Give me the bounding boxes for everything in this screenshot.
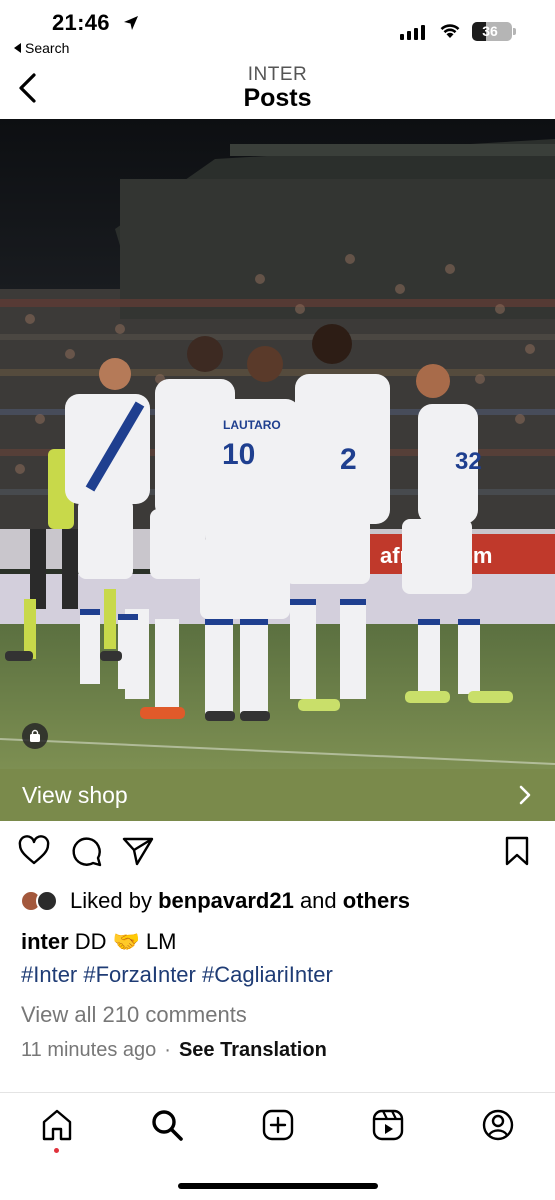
bookmark-icon[interactable] bbox=[500, 834, 534, 868]
liked-others[interactable]: others bbox=[343, 888, 410, 914]
heart-icon[interactable] bbox=[17, 834, 51, 868]
back-app-label: Search bbox=[25, 40, 70, 56]
caption-text-1: DD bbox=[74, 929, 107, 954]
view-comments-link[interactable]: View all 210 comments bbox=[21, 1002, 247, 1028]
home-indicator[interactable] bbox=[178, 1183, 378, 1189]
create-icon[interactable] bbox=[261, 1108, 295, 1142]
reels-icon[interactable] bbox=[371, 1108, 405, 1142]
view-shop-label: View shop bbox=[22, 781, 128, 808]
location-arrow-icon bbox=[124, 16, 138, 30]
jersey-number-2: 2 bbox=[340, 443, 357, 476]
jersey-name-lautaro: LAUTARO bbox=[223, 418, 281, 432]
back-to-search-link[interactable]: Search bbox=[14, 40, 69, 56]
see-translation-link[interactable]: See Translation bbox=[179, 1039, 327, 1062]
shopping-tag-icon[interactable] bbox=[22, 723, 48, 749]
caption-hashtags[interactable]: #Inter #ForzaInter #CagliariInter bbox=[21, 962, 333, 988]
cellular-signal-icon bbox=[400, 24, 425, 40]
post-photo[interactable]: afrom.com bbox=[0, 119, 555, 769]
account-name: INTER bbox=[247, 64, 308, 85]
profile-icon[interactable] bbox=[481, 1108, 515, 1142]
liked-and: and bbox=[299, 888, 337, 913]
home-icon[interactable] bbox=[40, 1108, 74, 1142]
meta-separator: · bbox=[164, 1039, 171, 1061]
wifi-icon bbox=[440, 24, 460, 38]
status-bar: 21:46 Search 36 bbox=[0, 0, 555, 62]
handshake-emoji: 🤝 bbox=[112, 929, 140, 954]
jersey-number-32: 32 bbox=[455, 448, 482, 475]
search-icon[interactable] bbox=[150, 1108, 184, 1142]
paper-plane-icon[interactable] bbox=[121, 834, 155, 868]
post-meta: 11 minutes ago · See Translation bbox=[21, 1039, 327, 1062]
caption-text-2: LM bbox=[145, 929, 177, 954]
football-celebration-image: afrom.com bbox=[0, 119, 555, 769]
battery-indicator: 36 bbox=[472, 22, 516, 41]
comment-bubble-icon[interactable] bbox=[69, 834, 103, 868]
liked-user[interactable]: benpavard21 bbox=[158, 888, 294, 914]
caption-username[interactable]: inter bbox=[21, 929, 69, 955]
jersey-number-10: 10 bbox=[222, 438, 255, 471]
liked-prefix: Liked by bbox=[70, 888, 152, 913]
liker-avatars bbox=[20, 888, 64, 914]
page-title: Posts bbox=[243, 84, 312, 112]
liker-avatar bbox=[36, 890, 58, 912]
post-time: 11 minutes ago bbox=[21, 1039, 157, 1061]
shopping-bag-icon bbox=[30, 729, 40, 742]
post-actions bbox=[0, 834, 555, 870]
posts-header: INTER Posts bbox=[0, 62, 555, 118]
battery-percent: 36 bbox=[482, 23, 498, 39]
post-caption: inter DD 🤝 LM bbox=[21, 929, 176, 955]
notification-dot bbox=[54, 1148, 59, 1153]
back-triangle-icon bbox=[14, 43, 21, 53]
chevron-right-icon bbox=[519, 785, 531, 805]
status-time: 21:46 bbox=[52, 10, 110, 35]
view-shop-button[interactable]: View shop bbox=[0, 769, 555, 821]
liked-by-row[interactable]: Liked by benpavard21 and others bbox=[20, 886, 410, 916]
